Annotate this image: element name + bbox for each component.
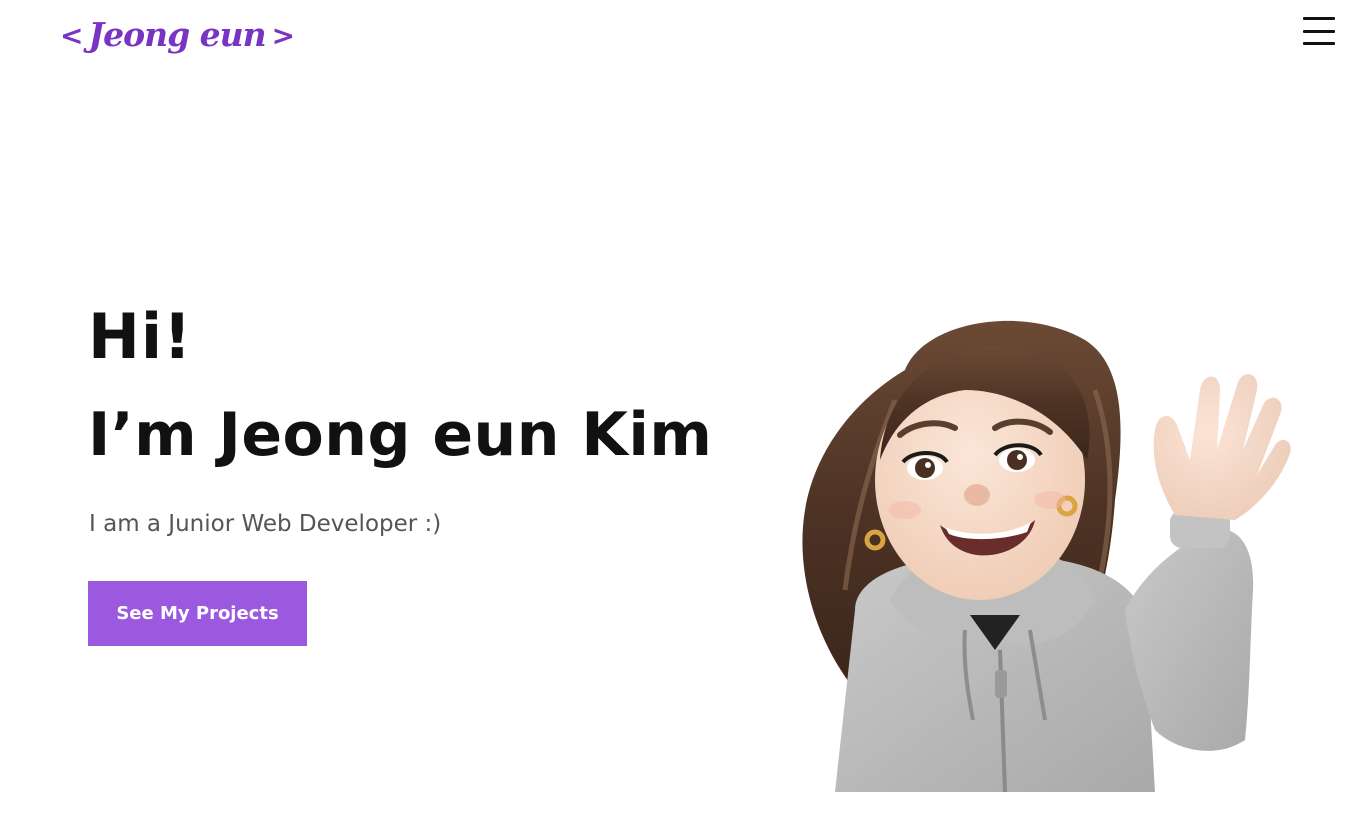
menu-bar-middle (1303, 29, 1335, 33)
memoji-waving-avatar (802, 320, 1291, 792)
hamburger-menu-icon[interactable] (1300, 14, 1338, 48)
logo-bracket-left: < (60, 18, 83, 52)
hero-subtitle: I am a Junior Web Developer :) (89, 511, 442, 537)
menu-bar-bottom (1303, 42, 1335, 45)
see-projects-button[interactable]: See My Projects (88, 581, 307, 646)
hero-name: I’m Jeong eun Kim (88, 400, 713, 470)
menu-bar-top (1303, 17, 1335, 20)
hero-greeting: Hi! (88, 300, 193, 373)
logo-text: Jeong eun (88, 14, 266, 54)
site-logo[interactable]: < Jeong eun > (54, 8, 300, 60)
logo-bracket-right: > (271, 18, 295, 52)
